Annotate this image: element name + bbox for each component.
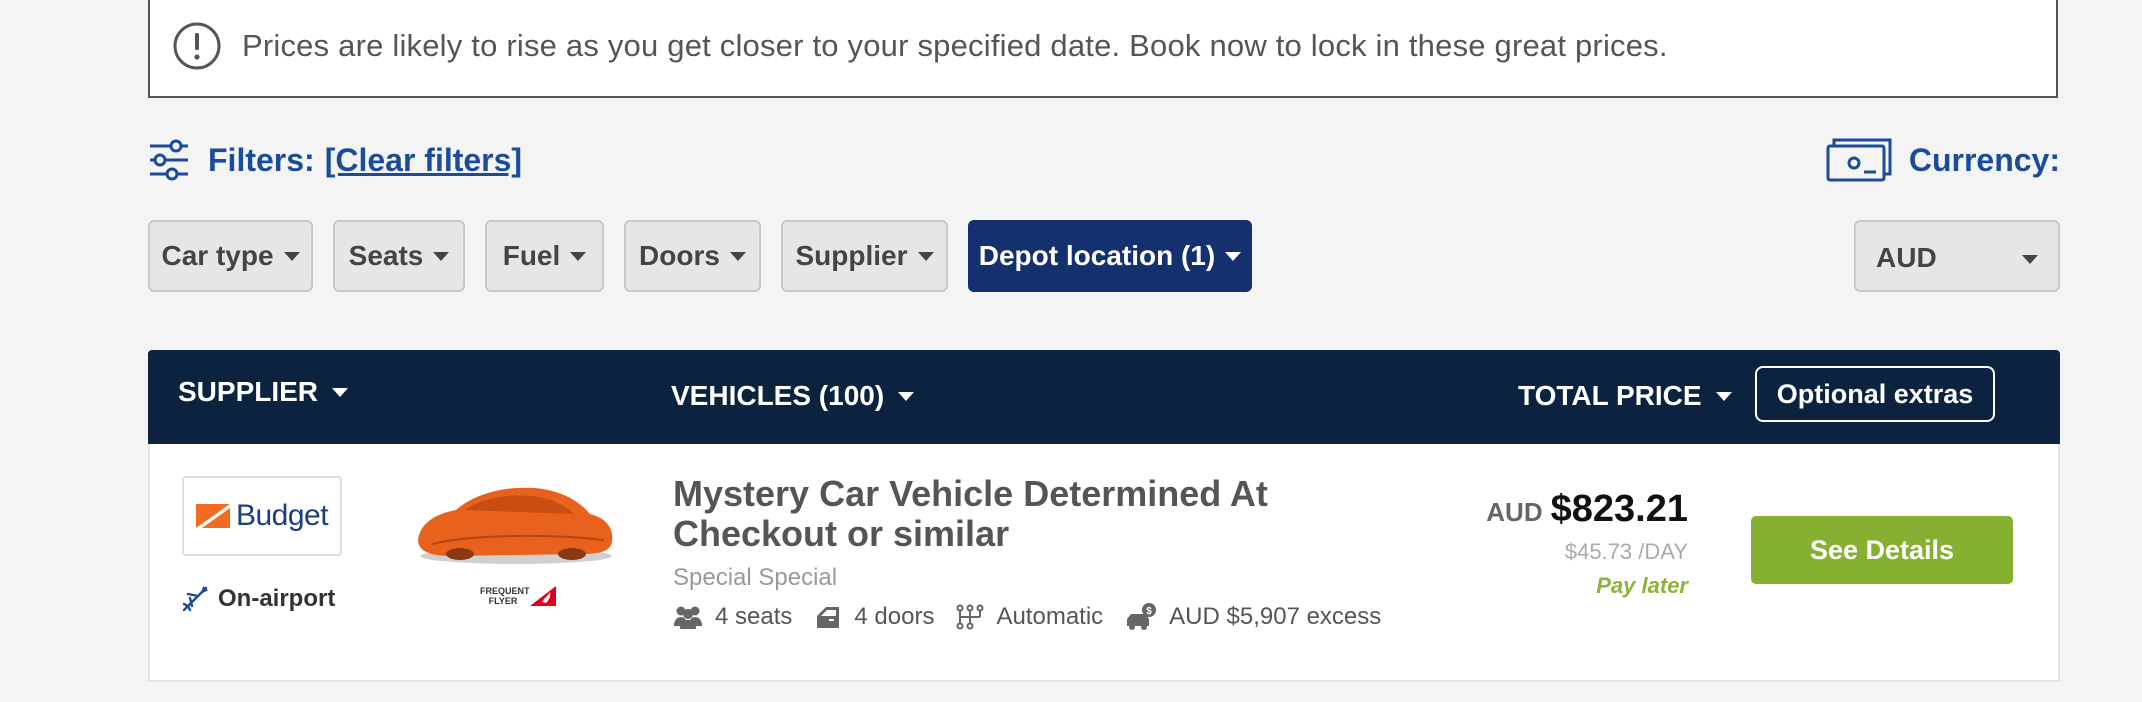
filter-supplier-dropdown[interactable]: Supplier bbox=[781, 220, 948, 292]
svg-text:$: $ bbox=[1146, 606, 1152, 617]
total-price: AUD $823.21 bbox=[1486, 488, 1688, 531]
price-total: $823.21 bbox=[1550, 488, 1688, 530]
transmission-value: Automatic bbox=[996, 603, 1104, 630]
notice-text: Prices are likely to rise as you get clo… bbox=[242, 28, 1668, 63]
banknote-icon bbox=[1826, 138, 1892, 182]
price-currency: AUD bbox=[1486, 497, 1543, 527]
seats-value: 4 seats bbox=[715, 603, 793, 630]
exclamation-circle-icon bbox=[173, 22, 221, 70]
car-door-icon bbox=[817, 607, 840, 628]
frequent-flyer-text: FREQUENT FLYER bbox=[480, 586, 530, 606]
filter-doors-dropdown[interactable]: Doors bbox=[624, 220, 761, 292]
results-table-header: SUPPLIER VEHICLES (100) TOTAL PRICE Opti… bbox=[148, 350, 2060, 444]
spec-transmission: Automatic bbox=[956, 603, 1103, 631]
chevron-down-icon bbox=[1225, 251, 1242, 261]
filter-sliders-icon bbox=[150, 139, 188, 181]
chip-label: Fuel bbox=[502, 240, 561, 271]
people-icon bbox=[674, 606, 702, 629]
currency-selected-value: AUD bbox=[1876, 242, 1937, 273]
frequent-flyer-logo: FREQUENT FLYER bbox=[480, 586, 556, 606]
filter-depot-location-dropdown[interactable]: Depot location (1) bbox=[968, 220, 1252, 292]
chevron-down-icon bbox=[570, 251, 587, 261]
covered-car-image bbox=[418, 487, 613, 564]
filter-seats-dropdown[interactable]: Seats bbox=[333, 220, 465, 292]
filter-car-type-dropdown[interactable]: Car type bbox=[148, 220, 313, 292]
payment-option: Pay later bbox=[1596, 573, 1688, 598]
vehicle-specs: 4 seats 4 doors Automatic $ AUD $5,907 e… bbox=[673, 602, 1403, 632]
budget-mark-icon bbox=[195, 504, 230, 528]
vehicles-header-label: VEHICLES (100) bbox=[671, 380, 885, 411]
currency-label: Currency: bbox=[1908, 141, 2060, 178]
spec-doors: 4 doors bbox=[814, 603, 934, 631]
vehicle-title: Mystery Car Vehicle Determined At Checko… bbox=[673, 473, 1268, 554]
filters-heading: Filters: [Clear filters] bbox=[148, 138, 522, 182]
currency-heading: Currency: bbox=[1826, 136, 2060, 184]
airplane-icon bbox=[182, 585, 209, 612]
chevron-down-icon bbox=[1715, 391, 1732, 401]
budget-logo: Budget bbox=[182, 476, 342, 556]
car-insurance-icon: $ bbox=[1127, 603, 1157, 630]
total-price-header-label: TOTAL PRICE bbox=[1518, 380, 1702, 411]
location-type: On-airport bbox=[180, 584, 335, 614]
location-type-label: On-airport bbox=[218, 585, 336, 612]
price-notice-banner: Prices are likely to rise as you get clo… bbox=[148, 0, 2058, 98]
supplier-name: Budget bbox=[235, 499, 329, 532]
optional-extras-button[interactable]: Optional extras bbox=[1755, 366, 1995, 422]
vehicle-result-row: Budget On-airport FREQUENT FLYER Mystery… bbox=[148, 444, 2060, 682]
chevron-down-icon bbox=[729, 251, 746, 261]
qantas-kangaroo-icon bbox=[530, 586, 556, 606]
chip-label: Seats bbox=[348, 240, 424, 271]
chevron-down-icon bbox=[898, 391, 915, 401]
clear-filters-link[interactable]: [Clear filters] bbox=[325, 142, 522, 179]
price-block: AUD $823.21 $45.73 /DAY Pay later bbox=[1486, 488, 1688, 599]
price-per-day: $45.73 /DAY bbox=[1564, 539, 1688, 564]
sort-supplier-header[interactable]: SUPPLIER bbox=[178, 376, 349, 408]
chip-label: Car type bbox=[161, 240, 274, 271]
filters-label: Filters: bbox=[208, 141, 315, 178]
gear-shift-icon bbox=[956, 604, 984, 630]
spec-excess: $ AUD $5,907 excess bbox=[1125, 602, 1381, 632]
chip-label: Doors bbox=[639, 240, 720, 271]
filter-fuel-dropdown[interactable]: Fuel bbox=[485, 220, 604, 292]
chevron-down-icon bbox=[283, 251, 300, 261]
chip-label: Supplier bbox=[795, 240, 908, 271]
chip-label: Depot location (1) bbox=[978, 240, 1216, 271]
excess-value: AUD $5,907 excess bbox=[1169, 603, 1382, 630]
chevron-down-icon bbox=[433, 251, 450, 261]
supplier-header-label: SUPPLIER bbox=[178, 376, 319, 407]
chevron-down-icon bbox=[332, 387, 349, 397]
sort-vehicles-header[interactable]: VEHICLES (100) bbox=[671, 380, 915, 412]
chevron-down-icon bbox=[917, 251, 934, 261]
sort-total-price-header[interactable]: TOTAL PRICE bbox=[1518, 380, 1732, 412]
see-details-button[interactable]: See Details bbox=[1751, 516, 2013, 584]
currency-select[interactable]: AUD bbox=[1854, 220, 2060, 292]
doors-value: 4 doors bbox=[854, 603, 935, 630]
spec-seats: 4 seats bbox=[673, 603, 792, 631]
vehicle-class: Special Special bbox=[673, 564, 838, 591]
chevron-down-icon bbox=[2022, 255, 2038, 264]
